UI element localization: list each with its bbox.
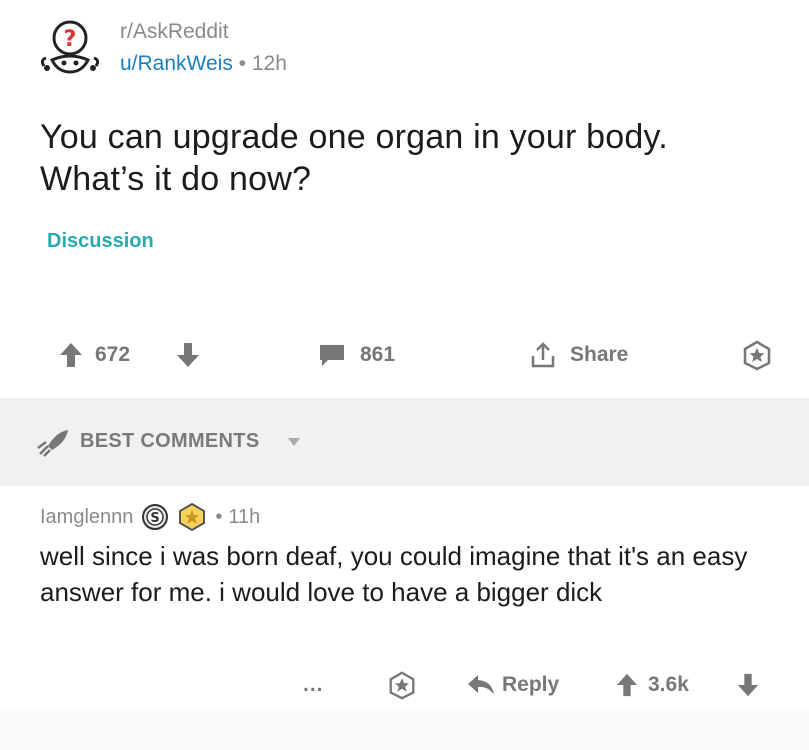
share-button[interactable]: Share <box>528 332 628 378</box>
post-title[interactable]: You can upgrade one organ in your body. … <box>40 116 760 200</box>
upvote-button[interactable] <box>58 332 84 378</box>
reply-arrow-icon <box>468 675 494 695</box>
meta-separator: • <box>215 505 223 528</box>
comment-action-bar: ... Reply 3.6k <box>0 662 809 708</box>
silver-award-icon[interactable]: S <box>141 503 169 531</box>
comments-button[interactable]: 861 <box>318 332 395 378</box>
post-flair[interactable]: Discussion <box>47 230 154 253</box>
upvote-arrow-icon <box>616 673 638 697</box>
share-icon <box>531 342 555 368</box>
save-star-icon <box>743 340 771 371</box>
silver-award-letter: S <box>151 511 160 526</box>
subreddit-avatar-icon[interactable]: ? <box>38 16 102 80</box>
more-options-button[interactable]: ... <box>303 662 324 708</box>
downvote-button[interactable] <box>175 332 201 378</box>
meta-separator: • <box>238 52 247 75</box>
comment-downvote-button[interactable] <box>736 662 760 708</box>
comment-body: well since i was born deaf, you could im… <box>40 541 748 607</box>
caret-down-icon[interactable] <box>287 437 301 447</box>
reply-button[interactable]: Reply <box>466 662 559 708</box>
post-action-bar: 672 861 Share <box>0 332 809 378</box>
comment-author[interactable]: Iamglennn <box>40 506 133 529</box>
subreddit-link[interactable]: r/AskReddit <box>120 20 229 44</box>
comment-count: 861 <box>360 343 396 366</box>
bottom-area <box>0 708 809 750</box>
comment-upvote-button[interactable] <box>615 662 639 708</box>
post-meta: u/RankWeis • 12h <box>120 52 287 76</box>
gold-award-icon[interactable] <box>177 502 207 532</box>
post-age: 12h <box>251 52 287 75</box>
comment-score: 3.6k <box>648 673 689 696</box>
comment-meta: Iamglennn S • 11h <box>40 500 260 534</box>
upvote-arrow-icon <box>60 343 82 367</box>
downvote-arrow-icon <box>177 343 199 367</box>
rocket-icon <box>37 430 68 457</box>
save-button[interactable] <box>740 332 774 378</box>
post-header: ? r/AskReddit u/RankWeis • 12h <box>38 14 438 82</box>
svg-text:?: ? <box>64 27 77 52</box>
sort-label[interactable]: BEST COMMENTS <box>80 430 259 453</box>
comment-save-button[interactable] <box>386 662 418 708</box>
comment-age: 11h <box>228 505 261 528</box>
downvote-arrow-icon <box>737 673 759 697</box>
vote-count: 672 <box>95 343 131 366</box>
author-link[interactable]: u/RankWeis <box>120 52 233 75</box>
save-star-icon <box>389 671 415 700</box>
comment-bubble-icon <box>320 345 344 366</box>
share-label: Share <box>570 343 629 366</box>
reply-label: Reply <box>502 673 560 696</box>
